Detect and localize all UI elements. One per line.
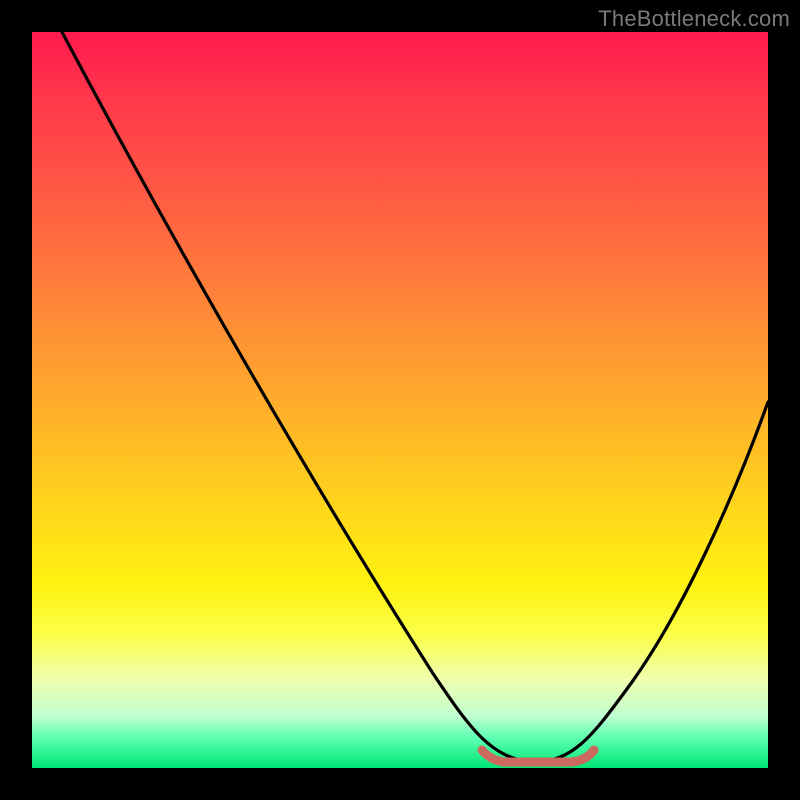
curve-layer (32, 32, 768, 768)
plot-area (32, 32, 768, 768)
bottleneck-curve (62, 32, 768, 762)
watermark-text: TheBottleneck.com (598, 6, 790, 32)
chart-stage: TheBottleneck.com (0, 0, 800, 800)
